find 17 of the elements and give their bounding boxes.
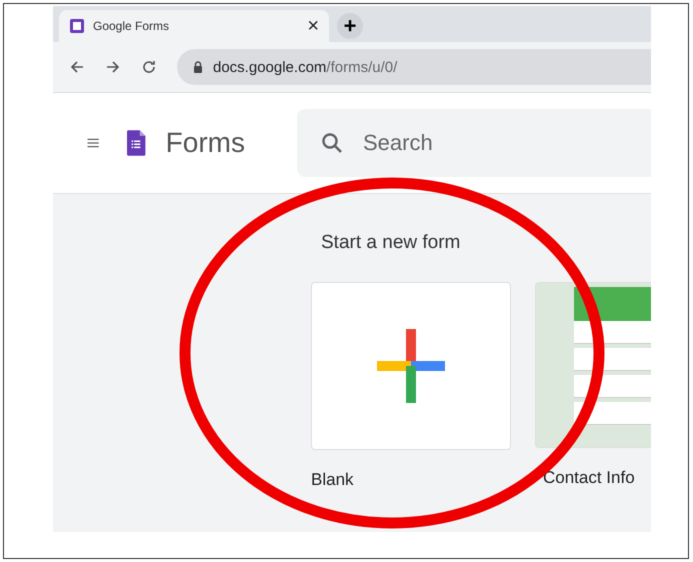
template-label: Contact Info	[543, 468, 636, 488]
search-field[interactable]: Search	[297, 109, 651, 177]
app-title: Forms	[166, 127, 245, 159]
plus-icon	[377, 329, 445, 403]
forward-icon[interactable]	[105, 59, 121, 75]
address-field[interactable]: docs.google.com/forms/u/0/	[177, 49, 651, 85]
close-tab-button[interactable]: ×	[307, 14, 319, 38]
new-tab-button[interactable]: +	[337, 13, 363, 39]
reload-icon[interactable]	[141, 59, 157, 75]
forms-icon	[69, 18, 85, 34]
section-title: Start a new form	[321, 232, 462, 254]
browser-tab[interactable]: Google Forms ×	[59, 10, 329, 42]
lock-icon	[193, 61, 203, 73]
tab-title: Google Forms	[93, 19, 170, 33]
back-icon[interactable]	[69, 59, 85, 75]
blank-form-card[interactable]	[311, 282, 511, 450]
template-label: Blank	[311, 470, 355, 490]
